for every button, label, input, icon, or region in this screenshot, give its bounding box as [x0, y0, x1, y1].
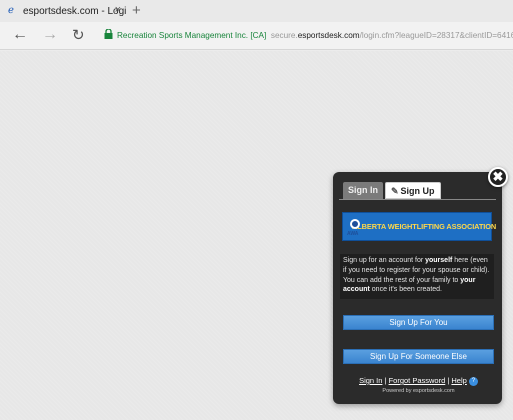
tab-title: esportsdesk.com - Logi	[23, 5, 127, 17]
new-tab-button[interactable]: +	[132, 2, 141, 19]
desc-text-3: once it's been created.	[369, 286, 443, 294]
browser-tab-bar: ℯ esportsdesk.com - Logi × +	[0, 0, 513, 22]
tab-sign-in[interactable]: Sign In	[343, 182, 383, 199]
browser-tab[interactable]: ℯ esportsdesk.com - Logi ×	[0, 0, 127, 22]
tab-sign-up[interactable]: ✎ Sign Up	[385, 182, 441, 199]
association-banner: AWA ALBERTA WEIGHTLIFTING ASSOCIATION	[342, 212, 496, 241]
site-org-name: Recreation Sports Management Inc. [CA]	[117, 31, 267, 40]
url-prefix: secure.	[270, 31, 298, 40]
help-icon[interactable]: ?	[468, 376, 478, 386]
url-path: /login.cfm?leagueID=28317&clientID=6416#	[359, 31, 513, 40]
panel-tabs: Sign In ✎ Sign Up	[343, 182, 441, 199]
tab-close-icon[interactable]: ×	[115, 4, 121, 16]
sign-in-link[interactable]: Sign In	[359, 376, 382, 385]
forgot-password-link[interactable]: Forgot Password	[389, 376, 446, 385]
logo-emblem	[350, 218, 360, 229]
close-icon[interactable]: ✖	[488, 167, 508, 187]
desc-bold-1: yourself	[425, 257, 453, 264]
logo-text: AWA	[347, 230, 359, 237]
reload-button[interactable]: ↻	[72, 26, 85, 44]
browser-nav-bar: ← → ↻ Recreation Sports Management Inc. …	[0, 22, 513, 50]
banner-title: ALBERTA WEIGHTLIFTING ASSOCIATION	[352, 222, 497, 231]
edge-icon: ℯ	[8, 5, 14, 16]
sign-up-for-someone-else-button[interactable]: Sign Up For Someone Else	[343, 349, 494, 364]
tab-divider	[339, 199, 496, 200]
help-link[interactable]: Help	[451, 376, 466, 385]
desc-text-1: Sign up for an account for	[343, 257, 426, 264]
footer-links: Sign In | Forgot Password | Help ?	[340, 376, 497, 386]
sign-up-for-you-button[interactable]: Sign Up For You	[343, 315, 494, 330]
edit-icon: ✎	[391, 186, 399, 196]
url-host: esportsdesk.com	[297, 31, 360, 40]
signup-description: Sign up for an account for yourself here…	[340, 254, 494, 299]
lock-icon	[104, 29, 113, 39]
forward-button[interactable]: →	[42, 26, 58, 44]
back-button[interactable]: ←	[12, 26, 28, 44]
address-bar[interactable]: Recreation Sports Management Inc. [CA] s…	[104, 28, 513, 44]
tab-sign-up-label: Sign Up	[400, 186, 435, 196]
powered-by-text: Powered by esportsdesk.com	[382, 388, 455, 394]
